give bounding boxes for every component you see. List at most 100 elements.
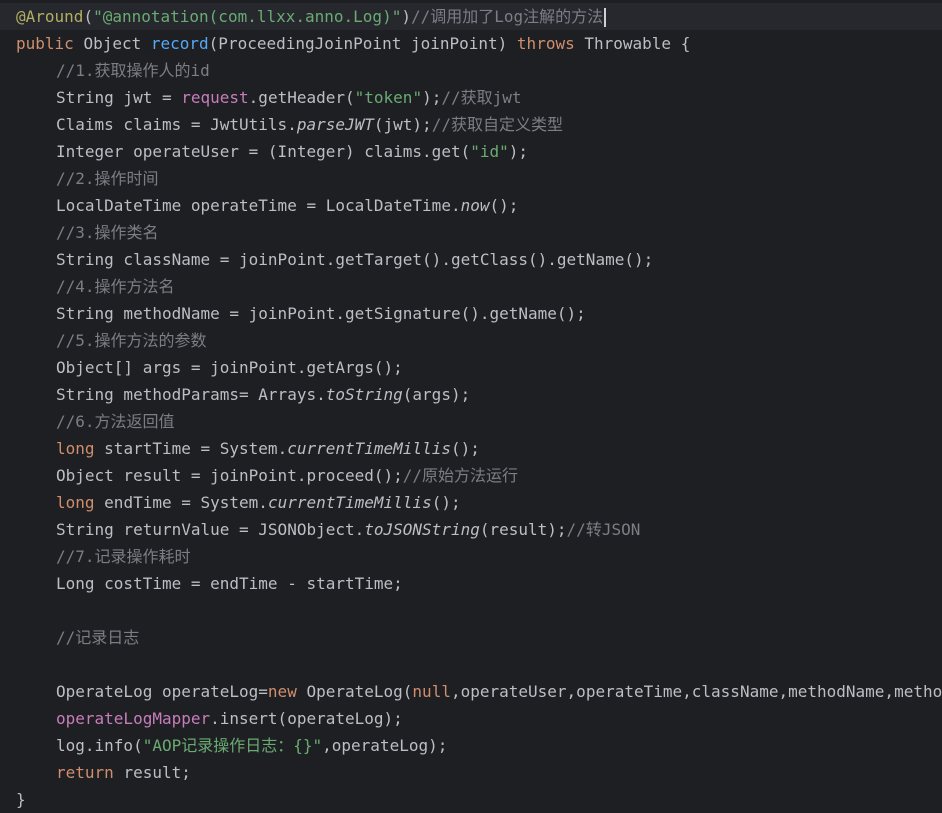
- code-editor[interactable]: @Around("@annotation(com.llxx.anno.Log)"…: [0, 0, 942, 813]
- code-token: String returnValue = JSONObject.: [56, 520, 365, 539]
- code-token: null: [412, 682, 451, 701]
- code-token: //调用加了Log注解的方法: [410, 7, 604, 26]
- code-token: //5.操作方法的参数: [56, 331, 207, 350]
- code-token: Integer operateUser = (Integer) claims.g…: [56, 142, 471, 161]
- code-line[interactable]: LocalDateTime operateTime = LocalDateTim…: [0, 192, 942, 219]
- code-line[interactable]: Claims claims = JwtUtils.parseJWT(jwt);/…: [0, 111, 942, 138]
- code-token: Object: [83, 34, 151, 53]
- code-line[interactable]: operateLogMapper.insert(operateLog);: [0, 705, 942, 732]
- code-token: ,operateUser,operateTime,className,metho…: [450, 682, 942, 701]
- code-token: //6.方法返回值: [56, 412, 175, 431]
- code-token: //记录日志: [56, 628, 140, 647]
- code-token: (ProceedingJoinPoint joinPoint): [208, 34, 517, 53]
- code-token: .insert(operateLog);: [210, 709, 403, 728]
- code-token: toJSONString: [364, 520, 480, 539]
- code-token: );: [422, 88, 442, 107]
- code-line[interactable]: return result;: [0, 759, 942, 786]
- code-token: .getHeader(: [248, 88, 355, 107]
- code-token: new: [267, 682, 307, 701]
- code-token: startTime = System.: [104, 439, 288, 458]
- code-line[interactable]: Long costTime = endTime - startTime;: [0, 570, 942, 597]
- code-line[interactable]: //6.方法返回值: [0, 408, 942, 435]
- code-line[interactable]: [0, 597, 942, 624]
- code-line[interactable]: long endTime = System.currentTimeMillis(…: [0, 489, 942, 516]
- code-line[interactable]: }: [0, 786, 942, 813]
- code-token: Throwable {: [584, 34, 691, 53]
- code-token: parseJWT: [296, 115, 374, 134]
- code-line[interactable]: //5.操作方法的参数: [0, 327, 942, 354]
- code-token: return: [56, 763, 124, 782]
- code-token: LocalDateTime operateTime = LocalDateTim…: [56, 196, 461, 215]
- code-line[interactable]: //7.记录操作耗时: [0, 543, 942, 570]
- code-token: record: [150, 34, 209, 53]
- code-token: now: [460, 196, 490, 215]
- code-token: toString: [325, 385, 403, 404]
- code-token: String className = joinPoint.getTarget()…: [56, 250, 654, 269]
- code-token: Claims claims = JwtUtils.: [56, 115, 297, 134]
- code-line[interactable]: Object[] args = joinPoint.getArgs();: [0, 354, 942, 381]
- code-token: (args);: [402, 385, 471, 404]
- code-token: //7.记录操作耗时: [56, 547, 191, 566]
- code-line[interactable]: String jwt = request.getHeader("token");…: [0, 84, 942, 111]
- code-token: );: [508, 142, 529, 161]
- code-line[interactable]: String methodParams= Arrays.toString(arg…: [0, 381, 942, 408]
- code-line[interactable]: //1.获取操作人的id: [0, 57, 942, 84]
- code-token: //3.操作类名: [56, 223, 159, 242]
- code-line[interactable]: Object result = joinPoint.proceed();//原始…: [0, 462, 942, 489]
- code-line[interactable]: //3.操作类名: [0, 219, 942, 246]
- code-token: //2.操作时间: [56, 169, 159, 188]
- code-token: }: [16, 790, 26, 809]
- code-token: OperateLog(: [306, 682, 413, 701]
- code-token: "token": [354, 88, 423, 107]
- code-line[interactable]: //记录日志: [0, 624, 942, 651]
- code-token: currentTimeMillis: [287, 439, 451, 458]
- code-token: throws: [516, 34, 585, 53]
- code-token: Object[] args = joinPoint.getArgs();: [56, 358, 403, 377]
- code-token: (jwt);: [373, 115, 432, 134]
- code-line[interactable]: String methodName = joinPoint.getSignatu…: [0, 300, 942, 327]
- code-line[interactable]: OperateLog operateLog=new OperateLog(nul…: [0, 678, 942, 705]
- code-line[interactable]: //4.操作方法名: [0, 273, 942, 300]
- code-token: request: [181, 88, 249, 107]
- code-line[interactable]: log.info("AOP记录操作日志：{}",operateLog);: [0, 732, 942, 759]
- code-token: operateLogMapper: [56, 709, 211, 728]
- code-token: public: [16, 34, 84, 53]
- code-token: long: [56, 493, 105, 512]
- code-token: endTime = System.: [104, 493, 268, 512]
- code-token: (: [83, 7, 94, 26]
- code-token: ();: [489, 196, 519, 215]
- code-token: ();: [431, 493, 461, 512]
- code-line[interactable]: long startTime = System.currentTimeMilli…: [0, 435, 942, 462]
- code-token: //获取jwt: [441, 88, 522, 107]
- code-token: Object result = joinPoint.proceed();: [56, 466, 403, 485]
- code-line[interactable]: [0, 651, 942, 678]
- code-token: result;: [123, 763, 191, 782]
- code-token: "@annotation(com.llxx.anno.Log)": [93, 7, 402, 26]
- code-token: String methodName = joinPoint.getSignatu…: [56, 304, 586, 323]
- code-token: long: [56, 439, 105, 458]
- code-token: String jwt =: [56, 88, 182, 107]
- code-token: @Around: [16, 7, 84, 26]
- code-line[interactable]: String className = joinPoint.getTarget()…: [0, 246, 942, 273]
- code-token: //获取自定义类型: [431, 115, 563, 134]
- code-token: (result);: [479, 520, 567, 539]
- code-line[interactable]: String returnValue = JSONObject.toJSONSt…: [0, 516, 942, 543]
- code-token: //原始方法运行: [402, 466, 519, 485]
- code-token: String methodParams= Arrays.: [56, 385, 326, 404]
- code-token: ,operateLog);: [322, 736, 448, 755]
- code-line[interactable]: public Object record(ProceedingJoinPoint…: [0, 30, 942, 57]
- code-token: "AOP记录操作日志：{}": [142, 736, 323, 755]
- text-caret: [604, 8, 607, 27]
- code-line[interactable]: //2.操作时间: [0, 165, 942, 192]
- code-line[interactable]: @Around("@annotation(com.llxx.anno.Log)"…: [0, 3, 942, 30]
- code-token: Long costTime = endTime - startTime;: [56, 574, 403, 593]
- code-token: //1.获取操作人的id: [56, 61, 210, 80]
- code-token: //转JSON: [566, 520, 641, 539]
- code-token: //4.操作方法名: [56, 277, 175, 296]
- code-token: OperateLog operateLog=: [56, 682, 268, 701]
- code-token: ();: [450, 439, 480, 458]
- code-token: "id": [470, 142, 509, 161]
- code-token: ): [401, 7, 411, 26]
- code-token: log.info(: [56, 736, 143, 755]
- code-line[interactable]: Integer operateUser = (Integer) claims.g…: [0, 138, 942, 165]
